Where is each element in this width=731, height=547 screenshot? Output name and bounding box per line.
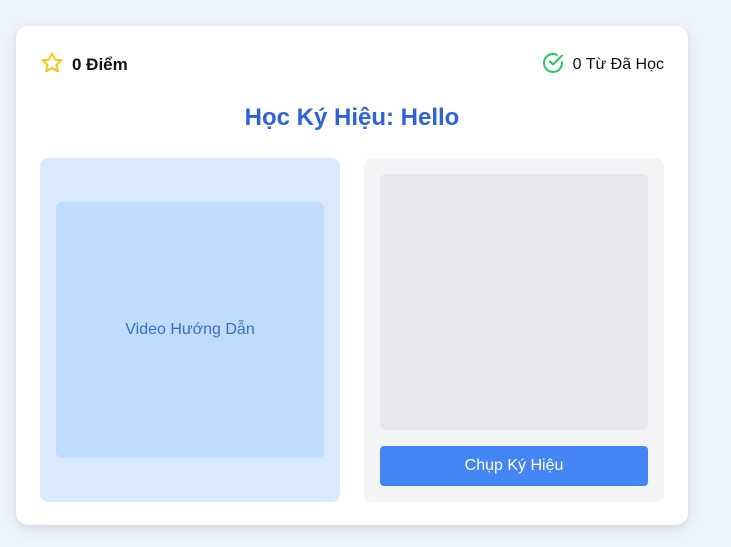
- learned-words-display: 0 Từ Đã Học: [541, 51, 664, 80]
- camera-panel: Chụp Ký Hiệu: [364, 158, 664, 502]
- stats-bar: 0 Điểm 0 Từ Đã Học: [40, 52, 664, 78]
- score-label: 0 Điểm: [72, 55, 128, 74]
- star-icon: [40, 51, 64, 80]
- lesson-card: 0 Điểm 0 Từ Đã Học Học Ký Hiệu: Hello Vi…: [16, 26, 688, 525]
- score-display: 0 Điểm: [40, 51, 128, 80]
- learned-words-label: 0 Từ Đã Học: [572, 56, 664, 73]
- video-placeholder-text: Video Hướng Dẫn: [125, 321, 255, 338]
- camera-preview: [380, 174, 648, 430]
- tutorial-video[interactable]: Video Hướng Dẫn: [56, 202, 324, 458]
- capture-sign-button[interactable]: Chụp Ký Hiệu: [380, 446, 648, 486]
- video-panel: Video Hướng Dẫn: [40, 158, 340, 502]
- page-title: Học Ký Hiệu: Hello: [244, 104, 460, 131]
- check-circle-icon: [541, 51, 565, 80]
